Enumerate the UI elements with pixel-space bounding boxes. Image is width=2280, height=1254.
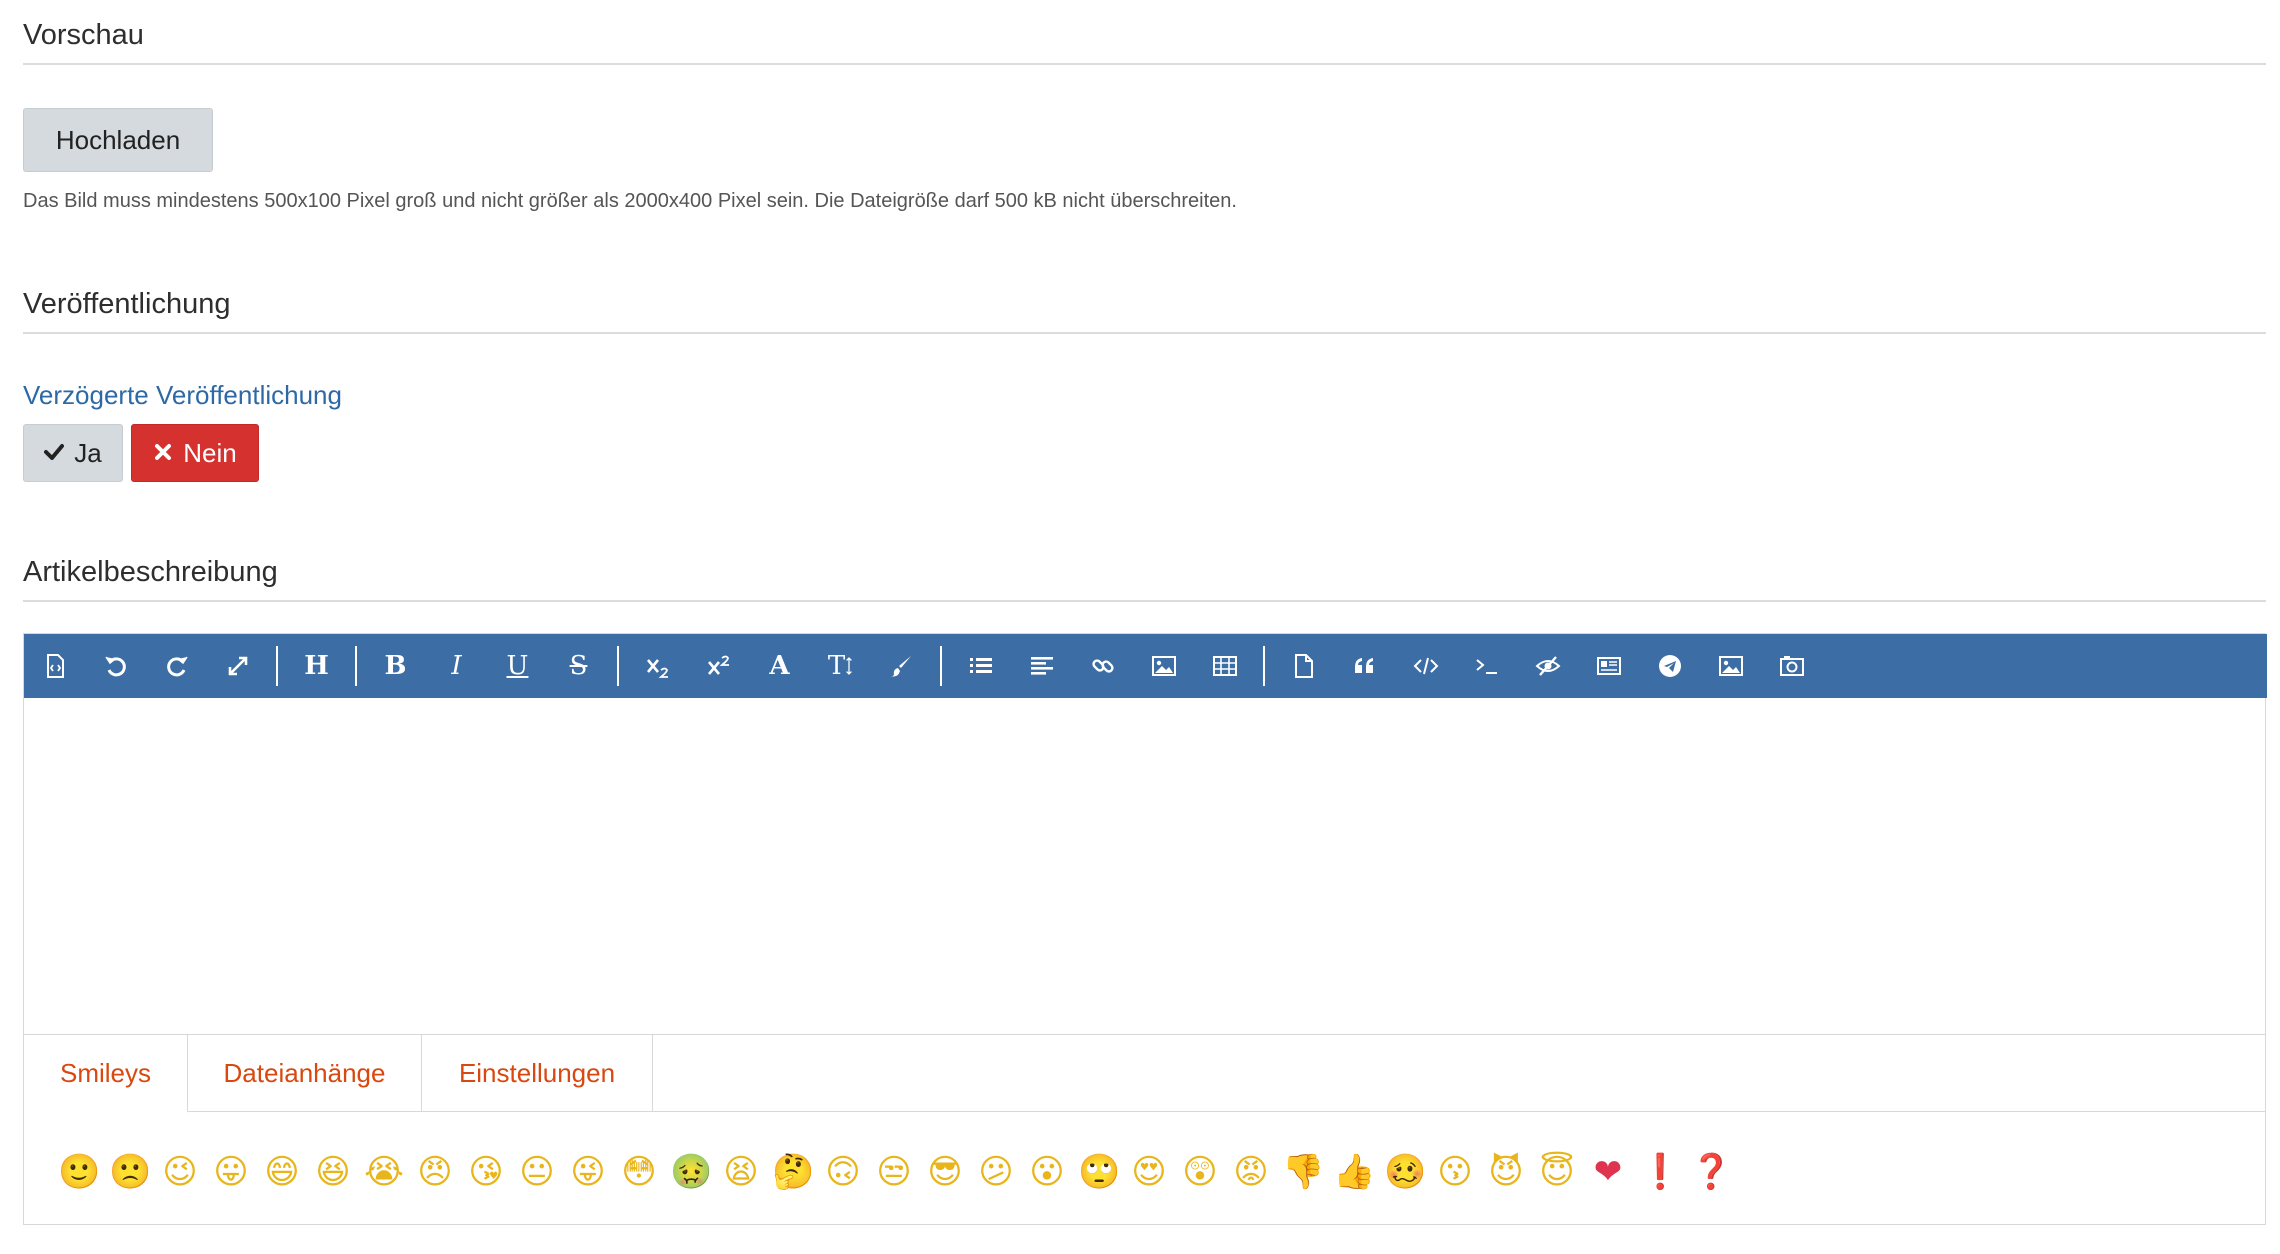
x-icon <box>153 438 173 469</box>
hide-icon[interactable] <box>1517 634 1578 698</box>
editor-toolbar: H B I U S A T <box>24 634 2267 698</box>
toolbar-separator <box>355 646 357 686</box>
smiley-icon[interactable]: ❓ <box>1690 1152 1732 1192</box>
smiley-icon[interactable]: ❤ <box>1588 1152 1628 1192</box>
smiley-icon[interactable]: 😆 <box>313 1152 353 1192</box>
smiley-icon[interactable]: 😮 <box>1027 1152 1067 1192</box>
toolbar-separator <box>1263 646 1265 686</box>
table-icon[interactable] <box>1194 634 1255 698</box>
image-icon[interactable] <box>1133 634 1194 698</box>
telegram-icon[interactable] <box>1639 634 1700 698</box>
yes-button[interactable]: Ja <box>23 424 123 482</box>
toolbar-separator <box>940 646 942 686</box>
media-icon[interactable] <box>1761 634 1822 698</box>
smiley-icon[interactable]: 🤔 <box>772 1152 814 1192</box>
strikethrough-icon[interactable]: S <box>548 634 609 698</box>
link-icon[interactable] <box>1072 634 1133 698</box>
undo-icon[interactable] <box>85 634 146 698</box>
tab-smileys[interactable]: Smileys <box>24 1035 188 1113</box>
delayed-publication-label: Verzögerte Veröffentlichung <box>23 380 342 410</box>
redo-icon[interactable] <box>146 634 207 698</box>
description-heading: Artikelbeschreibung <box>23 554 2266 602</box>
upload-hint: Das Bild muss mindestens 500x100 Pixel g… <box>23 190 1237 212</box>
font-size-glyph: T <box>827 651 846 681</box>
no-label: Nein <box>183 437 237 468</box>
brush-icon[interactable] <box>871 634 932 698</box>
tab-attachments[interactable]: Dateianhänge <box>188 1035 422 1111</box>
fullscreen-icon[interactable] <box>207 634 268 698</box>
smiley-icon[interactable]: 🤢 <box>670 1152 712 1192</box>
smiley-icon[interactable]: 😍 <box>1129 1152 1169 1192</box>
gallery-icon[interactable] <box>1700 634 1761 698</box>
smiley-icon[interactable]: 😒 <box>874 1152 914 1192</box>
rich-text-editor: H B I U S A T Smileys Dateianhänge Einst… <box>23 633 2267 1225</box>
editor-content-area[interactable] <box>24 698 2265 1034</box>
quote-icon[interactable] <box>1334 634 1395 698</box>
preview-heading: Vorschau <box>23 17 2266 65</box>
smiley-icon[interactable]: 🙂 <box>58 1152 100 1192</box>
font-size-icon[interactable]: T <box>810 634 871 698</box>
smiley-icon[interactable]: 😎 <box>925 1152 965 1192</box>
terminal-icon[interactable] <box>1456 634 1517 698</box>
no-button[interactable]: Nein <box>131 424 259 482</box>
smiley-icon[interactable]: 😜 <box>568 1152 608 1192</box>
smiley-icon[interactable]: 😗 <box>1435 1152 1475 1192</box>
smiley-icon[interactable]: 😇 <box>1537 1152 1577 1192</box>
smiley-icon[interactable]: 😠 <box>415 1152 455 1192</box>
list-icon[interactable] <box>950 634 1011 698</box>
font-icon[interactable]: A <box>749 634 810 698</box>
smiley-icon[interactable]: 😡 <box>1231 1152 1271 1192</box>
tab-settings[interactable]: Einstellungen <box>422 1035 653 1111</box>
code-icon[interactable] <box>1395 634 1456 698</box>
yes-label: Ja <box>74 437 102 468</box>
smiley-icon[interactable]: 😈 <box>1486 1152 1526 1192</box>
underline-icon[interactable]: U <box>487 634 548 698</box>
smiley-icon[interactable]: 😐 <box>517 1152 557 1192</box>
smiley-icon[interactable]: 😭 <box>364 1152 404 1192</box>
smiley-icon[interactable]: 🙁 <box>109 1152 151 1192</box>
smiley-icon[interactable]: 👎 <box>1282 1152 1324 1192</box>
page: Vorschau Hochladen Das Bild muss mindest… <box>0 0 2280 1254</box>
smiley-icon[interactable]: 🙄 <box>1078 1152 1120 1192</box>
align-icon[interactable] <box>1011 634 1072 698</box>
article-icon[interactable] <box>1578 634 1639 698</box>
smiley-icon[interactable]: ❗ <box>1639 1152 1681 1192</box>
subscript-icon[interactable] <box>627 634 688 698</box>
smiley-icon[interactable]: 😄 <box>262 1152 302 1192</box>
heading-icon[interactable]: H <box>286 634 347 698</box>
smiley-icon[interactable]: 😉 <box>160 1152 200 1192</box>
smiley-icon[interactable]: 🥴 <box>1384 1152 1426 1192</box>
smiley-icon[interactable]: 😲 <box>1180 1152 1220 1192</box>
file-icon[interactable] <box>1273 634 1334 698</box>
toolbar-separator <box>276 646 278 686</box>
upload-button[interactable]: Hochladen <box>23 108 213 172</box>
check-icon <box>44 438 65 469</box>
smiley-list: 🙂 🙁 😉 😛 😄 😆 😭 😠 😘 😐 😜 😳 🤢 😫 🤔 🙃 😒 😎 😕 😮 🙄 😍 😲 😡 👎 👍 🥴 😗 😈 😇 ❤ ❗ ❓ <box>58 1152 1732 1192</box>
smiley-icon[interactable]: 😛 <box>211 1152 251 1192</box>
smiley-icon[interactable]: 😘 <box>466 1152 506 1192</box>
smiley-icon[interactable]: 😕 <box>976 1152 1016 1192</box>
smiley-icon[interactable]: 😳 <box>619 1152 659 1192</box>
publication-heading: Veröffentlichung <box>23 286 2266 334</box>
smiley-icon[interactable]: 🙃 <box>823 1152 863 1192</box>
superscript-icon[interactable] <box>688 634 749 698</box>
bold-icon[interactable]: B <box>365 634 426 698</box>
source-icon[interactable] <box>24 634 85 698</box>
smiley-icon[interactable]: 😫 <box>721 1152 761 1192</box>
smiley-icon[interactable]: 👍 <box>1333 1152 1375 1192</box>
italic-icon[interactable]: I <box>426 634 487 698</box>
toolbar-separator <box>617 646 619 686</box>
editor-tabs: Smileys Dateianhänge Einstellungen <box>24 1034 2265 1113</box>
